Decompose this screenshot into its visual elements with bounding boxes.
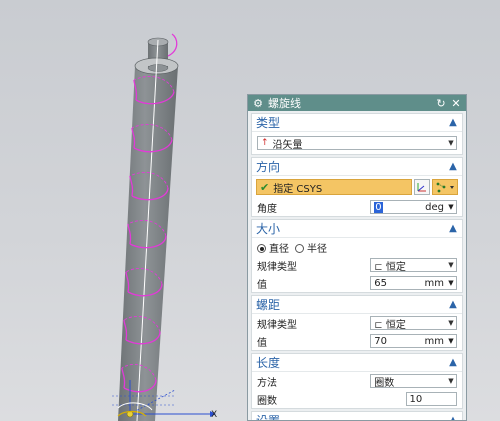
close-icon[interactable]: ✕ (450, 97, 462, 110)
law-constant-icon: ⊏ (374, 261, 383, 273)
helix-dialog[interactable]: ⚙ 螺旋线 ↻ ✕ 类型 ▲ ↑ 沿矢量 ▼ 方向 ▲ ✔ 指定 CSYS 角度… (247, 94, 467, 421)
radio-radius[interactable]: 半径 (295, 240, 327, 255)
angle-field[interactable]: 0 deg ▼ (370, 200, 457, 214)
turns-field[interactable]: 10 (405, 392, 457, 406)
section-type-header[interactable]: 类型 ▲ (252, 114, 462, 132)
length-method-label: 方法 (257, 377, 277, 389)
reset-icon[interactable]: ↻ (435, 97, 447, 110)
radio-diameter[interactable]: 直径 (257, 240, 289, 255)
specify-csys-selector[interactable]: ✔ 指定 CSYS (256, 179, 412, 195)
chevron-down-icon: ▼ (448, 377, 454, 385)
section-pitch-header[interactable]: 螺距 ▲ (252, 296, 462, 314)
size-value-label: 值 (257, 279, 267, 291)
section-size: 大小 ▲ 直径 半径 规律类型 ⊏ 恒定 ▼ 值 65 mm ▼ (251, 219, 463, 293)
pitch-value-field[interactable]: 70 mm ▼ (370, 334, 457, 348)
angle-value[interactable]: 0 (374, 201, 383, 213)
angle-unit: deg (425, 201, 444, 213)
gear-icon[interactable]: ⚙ (252, 97, 264, 110)
csys-icon (417, 183, 426, 192)
collapse-caret-icon[interactable]: ▲ (448, 415, 458, 420)
collapse-caret-icon[interactable]: ▲ (448, 161, 458, 172)
chevron-down-icon[interactable]: ▼ (446, 337, 456, 345)
pitch-value-label: 值 (257, 337, 267, 349)
collapse-caret-icon[interactable]: ▲ (448, 223, 458, 234)
section-length-header[interactable]: 长度 ▲ (252, 354, 462, 372)
pitch-law-type-select[interactable]: ⊏ 恒定 ▼ (370, 316, 457, 331)
csys-dialog-button[interactable] (414, 179, 430, 195)
section-length: 长度 ▲ 方法 圈数 ▼ 圈数 10 (251, 353, 463, 409)
law-constant-icon: ⊏ (374, 319, 383, 331)
size-law-type-label: 规律类型 (257, 261, 297, 273)
section-size-header[interactable]: 大小 ▲ (252, 220, 462, 238)
section-pitch: 螺距 ▲ 规律类型 ⊏ 恒定 ▼ 值 70 mm ▼ (251, 295, 463, 351)
collapse-caret-icon[interactable]: ▲ (448, 117, 458, 128)
size-value-field[interactable]: 65 mm ▼ (370, 276, 457, 290)
inferred-csys-icon (436, 182, 454, 193)
length-method-select[interactable]: 圈数 ▼ (370, 374, 457, 389)
collapse-caret-icon[interactable]: ▲ (448, 357, 458, 368)
size-law-type-select[interactable]: ⊏ 恒定 ▼ (370, 258, 457, 273)
section-settings-header[interactable]: 设置 ▲ (252, 412, 462, 420)
chevron-down-icon: ▼ (448, 139, 454, 147)
type-select[interactable]: ↑ 沿矢量 ▼ (257, 136, 457, 151)
chevron-down-icon: ▼ (448, 261, 454, 269)
section-direction-header[interactable]: 方向 ▲ (252, 158, 462, 176)
vector-arrow-icon: ↑ (261, 138, 269, 148)
dialog-title: 螺旋线 (268, 97, 301, 110)
check-icon: ✔ (260, 180, 270, 194)
dialog-title-bar[interactable]: ⚙ 螺旋线 ↻ ✕ (248, 95, 466, 111)
collapse-caret-icon[interactable]: ▲ (448, 299, 458, 310)
angle-label: 角度 (257, 203, 277, 215)
axis-x-label: X (211, 410, 218, 420)
turns-label: 圈数 (257, 395, 277, 407)
chevron-down-icon: ▼ (448, 319, 454, 327)
pitch-law-type-label: 规律类型 (257, 319, 297, 331)
chevron-down-icon[interactable]: ▼ (446, 203, 456, 211)
cylinder-body (118, 66, 178, 421)
section-settings: 设置 ▲ (251, 411, 463, 420)
chevron-down-icon[interactable]: ▼ (446, 279, 456, 287)
section-direction: 方向 ▲ ✔ 指定 CSYS 角度 0 deg ▼ (251, 157, 463, 217)
csys-inferred-dropdown[interactable] (432, 179, 458, 195)
section-type: 类型 ▲ ↑ 沿矢量 ▼ (251, 113, 463, 155)
